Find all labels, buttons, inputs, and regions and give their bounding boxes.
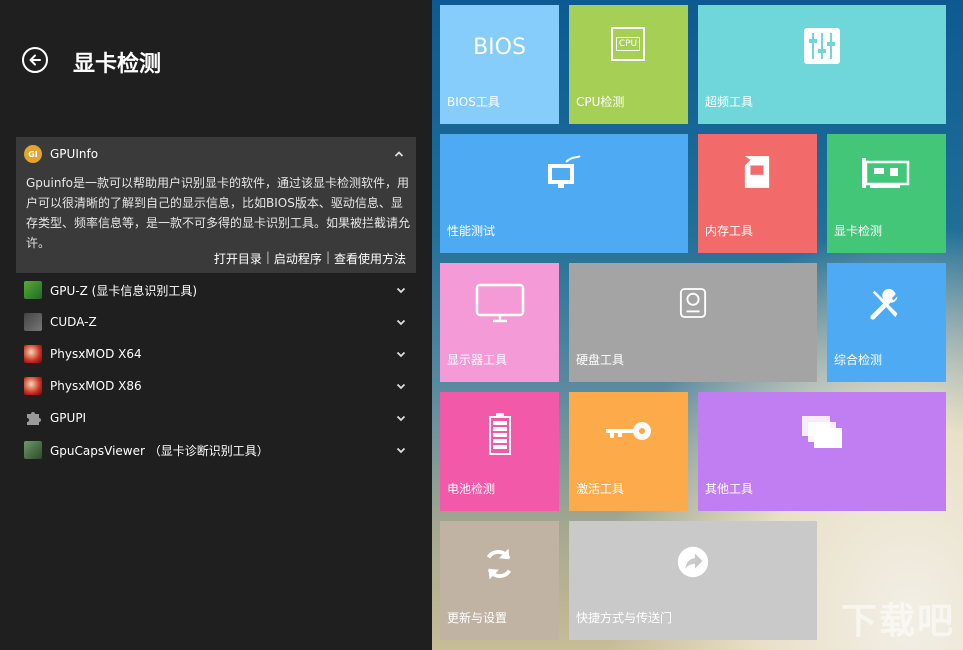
tile-label: 其他工具 xyxy=(705,482,754,496)
tool-item-label: GpuCapsViewer （显卡诊断识别工具） xyxy=(50,443,269,458)
link-separator: | xyxy=(265,250,270,264)
tile-label: 显卡检测 xyxy=(834,224,883,238)
battery-icon xyxy=(489,413,511,455)
bios-icon: BIOS xyxy=(473,35,526,60)
tile-benchmark[interactable]: 性能测试 xyxy=(440,134,688,253)
cpu-icon-label: CPU xyxy=(615,37,641,51)
tile-gpu[interactable]: 显卡检测 xyxy=(827,134,946,253)
chevron-down-icon xyxy=(396,287,406,294)
tile-label: 更新与设置 xyxy=(447,611,508,625)
chevron-down-icon xyxy=(396,415,406,422)
tool-item-cuda-z[interactable]: CUDA-Z xyxy=(16,306,416,338)
puzzle-icon xyxy=(27,412,41,425)
back-arrow-icon xyxy=(29,54,41,66)
tile-cpu[interactable]: CPU CPU检测 xyxy=(569,5,688,124)
tile-label: CPU检测 xyxy=(576,95,625,109)
tile-update-settings[interactable]: 更新与设置 xyxy=(440,521,559,640)
chevron-up-icon[interactable] xyxy=(394,149,404,159)
physxmod-icon xyxy=(24,345,42,363)
tool-item-gpucapsviewer[interactable]: GpuCapsViewer （显卡诊断识别工具） xyxy=(16,434,416,466)
tool-item-label: PhysxMOD X86 xyxy=(50,379,142,393)
open-directory-link[interactable]: 打开目录 xyxy=(214,250,262,267)
tile-comprehensive[interactable]: 综合检测 xyxy=(827,263,946,382)
chevron-down-icon xyxy=(396,319,406,326)
graphics-card-icon xyxy=(862,158,910,188)
cpu-icon: CPU xyxy=(611,27,645,61)
back-button[interactable] xyxy=(22,47,48,73)
key-icon xyxy=(606,422,651,440)
tile-overclock[interactable]: 超频工具 xyxy=(698,5,946,124)
tile-label: 超频工具 xyxy=(705,95,754,109)
tile-monitor[interactable]: 显示器工具 xyxy=(440,263,559,382)
hard-disk-icon xyxy=(679,288,707,318)
tile-other[interactable]: 其他工具 xyxy=(698,392,946,511)
tool-list: GPU-Z (显卡信息识别工具) CUDA-Z PhysxMOD X64 Phy… xyxy=(16,274,416,466)
tile-bios[interactable]: BIOS BIOS工具 xyxy=(440,5,559,124)
sliders-icon xyxy=(804,28,840,64)
tile-label: 综合检测 xyxy=(834,353,883,367)
gpu-z-icon xyxy=(24,281,42,299)
gpucaps-icon xyxy=(24,441,42,459)
tool-item-label: GPUPI xyxy=(50,411,87,425)
monitor-gauge-icon xyxy=(548,155,581,188)
tile-memory[interactable]: 内存工具 xyxy=(698,134,817,253)
selected-tool-panel: GI GPUInfo Gpuinfo是一款可以帮助用户识别显卡的软件，通过该显卡… xyxy=(16,137,416,273)
tool-item-label: GPU-Z (显卡信息识别工具) xyxy=(50,283,198,298)
tool-item-label: PhysxMOD X64 xyxy=(50,347,142,361)
chevron-down-icon xyxy=(396,383,406,390)
tile-label: 电池检测 xyxy=(447,482,496,496)
page-title: 显卡检测 xyxy=(73,52,162,77)
selected-tool-description: Gpuinfo是一款可以帮助用户识别显卡的软件，通过该显卡检测软件，用户可以很清… xyxy=(26,176,411,250)
refresh-icon xyxy=(486,548,512,580)
share-arrow-icon xyxy=(677,546,709,578)
tile-label: 显示器工具 xyxy=(447,353,508,367)
launch-program-link[interactable]: 启动程序 xyxy=(274,250,322,267)
usage-help-link[interactable]: 查看使用方法 xyxy=(334,250,406,267)
memory-card-icon xyxy=(744,156,770,188)
physxmod-icon xyxy=(24,377,42,395)
tool-item-gpupi[interactable]: GPUPI xyxy=(16,402,416,434)
left-panel: 显卡检测 GI GPUInfo Gpuinfo是一款可以帮助用户识别显卡的软件，… xyxy=(0,0,432,650)
chevron-down-icon xyxy=(396,351,406,358)
windows-stack-icon xyxy=(802,416,842,448)
chevron-down-icon xyxy=(396,447,406,454)
tile-label: 快捷方式与传送门 xyxy=(576,611,673,625)
watermark-logo: 下载吧 xyxy=(840,601,955,642)
tile-shortcut-portal[interactable]: 快捷方式与传送门 xyxy=(569,521,817,640)
tile-label: BIOS工具 xyxy=(447,95,500,109)
tile-battery[interactable]: 电池检测 xyxy=(440,392,559,511)
tile-label: 激活工具 xyxy=(576,482,625,496)
tool-item-label: CUDA-Z xyxy=(50,315,97,329)
tool-item-physxmod-x64[interactable]: PhysxMOD X64 xyxy=(16,338,416,370)
tile-label: 内存工具 xyxy=(705,224,754,238)
tile-activate[interactable]: 激活工具 xyxy=(569,392,688,511)
gpuinfo-icon: GI xyxy=(24,145,42,163)
selected-tool-header[interactable]: GI GPUInfo xyxy=(24,145,98,163)
cuda-z-icon xyxy=(24,313,42,331)
tile-label: 硬盘工具 xyxy=(576,353,625,367)
wrench-screwdriver-icon xyxy=(870,288,898,320)
link-separator: | xyxy=(325,250,330,264)
tool-item-gpu-z[interactable]: GPU-Z (显卡信息识别工具) xyxy=(16,274,416,306)
selected-tool-name: GPUInfo xyxy=(50,147,99,161)
tile-label: 性能测试 xyxy=(447,224,496,238)
selected-tool-links: 打开目录 | 启动程序 | 查看使用方法 xyxy=(214,250,406,267)
tool-item-physxmod-x86[interactable]: PhysxMOD X86 xyxy=(16,370,416,402)
tile-area: BIOS BIOS工具 CPU CPU检测 超频工具 性能测试 内存工具 显卡检… xyxy=(432,0,963,650)
tile-disk[interactable]: 硬盘工具 xyxy=(569,263,817,382)
monitor-icon xyxy=(475,283,525,323)
